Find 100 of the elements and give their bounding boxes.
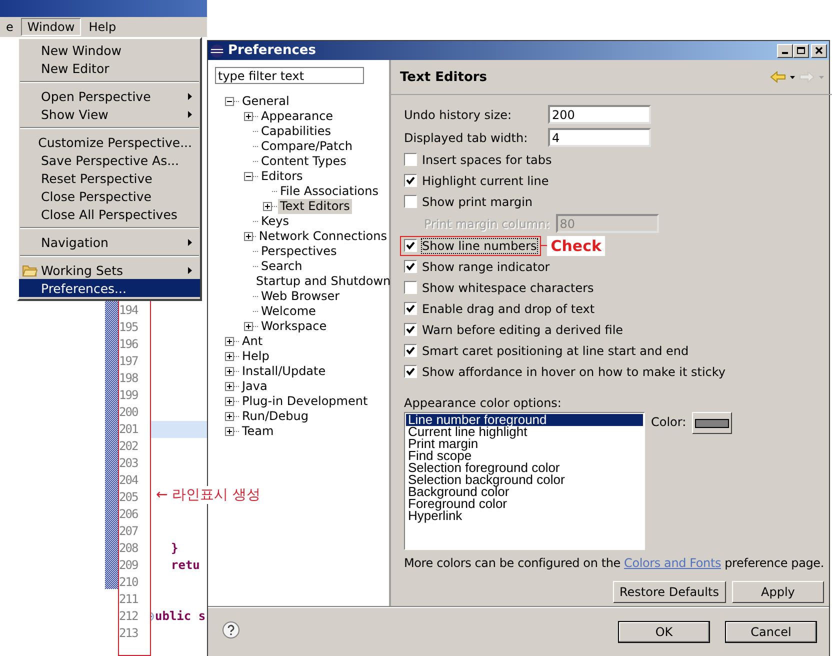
list-item[interactable]: Background color xyxy=(406,486,643,498)
tree-item[interactable]: Web Browser xyxy=(259,289,342,304)
menu[interactable]: e xyxy=(0,18,20,36)
maximize-button[interactable] xyxy=(793,44,809,58)
tree-item[interactable]: Ant xyxy=(240,334,265,349)
line-number: 201 xyxy=(119,421,139,438)
tree-item[interactable]: Welcome xyxy=(259,304,318,319)
menu-item[interactable]: Open Perspective xyxy=(19,87,200,105)
tree-item[interactable]: Compare/Patch xyxy=(259,139,354,154)
menu-item[interactable]: Close Perspective xyxy=(19,187,200,205)
expand-icon[interactable] xyxy=(225,367,234,376)
tree-item[interactable]: Java xyxy=(240,379,270,394)
list-item[interactable]: Find scope xyxy=(406,450,643,462)
menu-item[interactable]: Working Sets xyxy=(19,261,200,279)
collapse-icon[interactable] xyxy=(225,97,234,106)
checkbox[interactable] xyxy=(404,174,417,187)
menu-item[interactable]: New Window xyxy=(19,41,200,59)
tree-item[interactable]: General xyxy=(240,94,292,109)
expand-icon[interactable] xyxy=(225,397,234,406)
button[interactable]: Restore Defaults xyxy=(612,581,726,603)
checkbox[interactable] xyxy=(404,239,417,252)
tree-item[interactable]: Appearance xyxy=(259,109,336,124)
menu[interactable]: Help xyxy=(82,18,122,36)
checkbox[interactable] xyxy=(404,195,417,208)
expand-icon[interactable] xyxy=(225,412,234,421)
tree-item[interactable]: Plug-in Development xyxy=(240,394,370,409)
input-field[interactable]: 200 xyxy=(548,105,651,124)
color-button[interactable] xyxy=(692,412,732,434)
check-icon xyxy=(406,262,415,271)
checkbox[interactable] xyxy=(404,344,417,357)
button[interactable]: Apply xyxy=(732,581,824,603)
line-number: 199 xyxy=(119,387,139,404)
line-number: 210 xyxy=(119,574,139,591)
expand-icon[interactable] xyxy=(225,337,234,346)
tree-item[interactable]: Keys xyxy=(259,214,292,229)
line-number: 206 xyxy=(119,506,139,523)
tree-item[interactable]: Text Editors xyxy=(278,199,352,214)
menu-item[interactable]: Save Perspective As... xyxy=(19,151,200,169)
tree-item[interactable]: Help xyxy=(240,349,272,364)
menu-item[interactable]: Navigation xyxy=(19,233,200,251)
minimize-button[interactable] xyxy=(777,44,793,58)
expand-icon[interactable] xyxy=(225,382,234,391)
help-button[interactable] xyxy=(222,621,240,639)
checkbox[interactable] xyxy=(404,365,417,378)
menu-item[interactable]: Reset Perspective xyxy=(19,169,200,187)
submenu-arrow-icon xyxy=(188,110,192,118)
checkbox[interactable] xyxy=(404,281,417,294)
list-item[interactable]: Selection foreground color xyxy=(406,462,643,474)
tree-item[interactable]: Search xyxy=(259,259,304,274)
line-number: 196 xyxy=(119,336,139,353)
close-button[interactable] xyxy=(811,44,827,58)
input-field[interactable]: 4 xyxy=(548,128,651,147)
expand-icon[interactable] xyxy=(244,112,253,121)
menu-item[interactable]: New Editor xyxy=(19,59,200,77)
menu-item[interactable]: Close All Perspectives xyxy=(19,205,200,223)
checkbox-label: Warn before editing a derived file xyxy=(422,322,624,336)
tree-item[interactable]: Content Types xyxy=(259,154,348,169)
expand-icon[interactable] xyxy=(244,322,253,331)
list-item[interactable]: Current line highlight xyxy=(406,426,643,438)
code-text: ublic s xyxy=(155,608,206,625)
checkbox-label: Enable drag and drop of text xyxy=(422,302,595,316)
check-icon xyxy=(406,304,415,313)
list-item[interactable]: Line number foreground xyxy=(406,414,643,426)
menu-item[interactable]: Preferences... xyxy=(19,279,200,297)
checkbox[interactable] xyxy=(404,323,417,336)
page-title: Text Editors xyxy=(400,70,488,84)
tree-item[interactable]: Editors xyxy=(259,169,305,184)
expand-icon[interactable] xyxy=(225,352,234,361)
expand-icon[interactable] xyxy=(225,427,234,436)
list-item[interactable]: Selection background color xyxy=(406,474,643,486)
help-icon xyxy=(222,621,240,639)
check-icon xyxy=(406,325,415,334)
button[interactable]: OK xyxy=(618,621,710,643)
menu[interactable]: Window xyxy=(21,18,81,36)
menu-item[interactable]: Show View xyxy=(19,105,200,123)
tree-item[interactable]: Capabilities xyxy=(259,124,333,139)
checkbox[interactable] xyxy=(404,302,417,315)
list-item[interactable]: Foreground color xyxy=(406,498,643,510)
tree-item[interactable]: Startup and Shutdown xyxy=(254,274,393,289)
tree-item[interactable]: Run/Debug xyxy=(240,409,311,424)
tree-item[interactable]: Install/Update xyxy=(240,364,328,379)
checkbox[interactable] xyxy=(404,260,417,273)
tree-item[interactable]: Perspectives xyxy=(259,244,339,259)
button[interactable]: Cancel xyxy=(725,621,817,643)
checkbox[interactable] xyxy=(404,153,417,166)
tree-item[interactable]: Network Connections xyxy=(256,229,389,244)
tree-item[interactable]: Team xyxy=(240,424,276,439)
list-item[interactable]: Hyperlink xyxy=(406,510,643,522)
tree-item[interactable]: File Associations xyxy=(278,184,380,199)
filter-field[interactable]: type filter text xyxy=(215,67,364,84)
field-label: Color: xyxy=(651,415,686,429)
expand-icon[interactable] xyxy=(263,202,272,211)
expand-icon[interactable] xyxy=(244,232,253,241)
forward-arrow-icon xyxy=(798,71,815,83)
tree-item[interactable]: Workspace xyxy=(259,319,329,334)
collapse-icon[interactable] xyxy=(244,172,253,181)
back-arrow-icon xyxy=(770,71,786,83)
list-item[interactable]: Print margin xyxy=(406,438,643,450)
menu-item[interactable]: Customize Perspective... xyxy=(19,133,200,151)
color-swatch-icon xyxy=(695,418,730,428)
